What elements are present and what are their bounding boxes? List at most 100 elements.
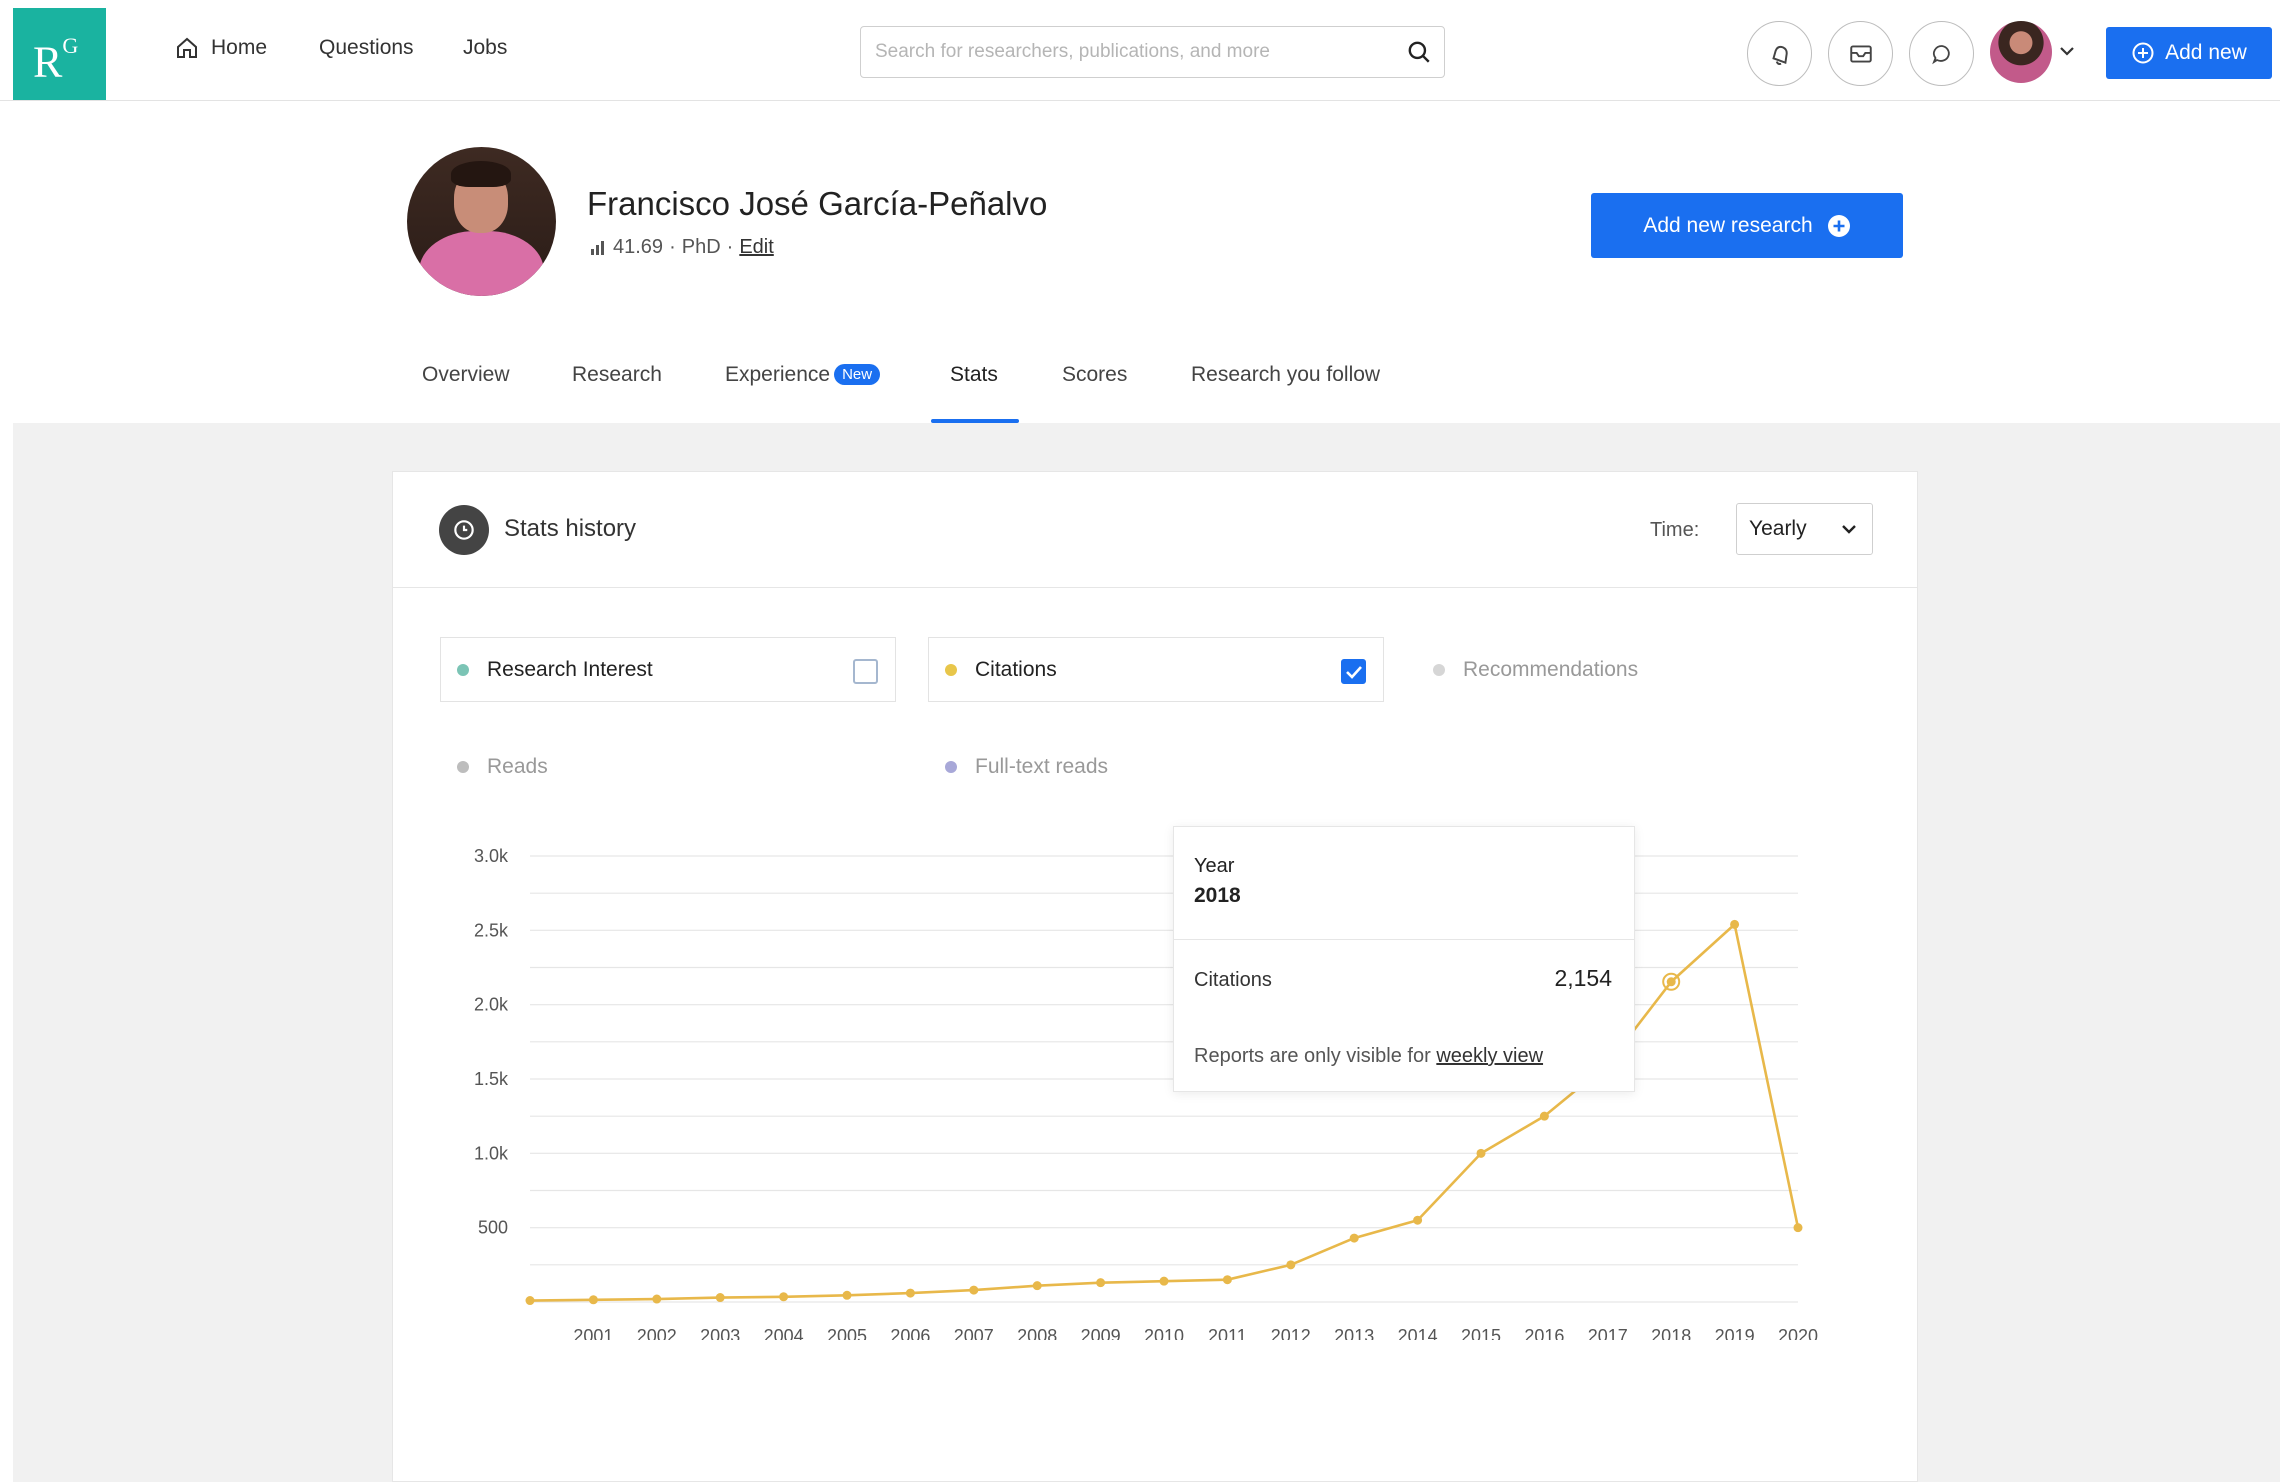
y-tick-label: 500	[478, 1218, 508, 1238]
metric-color-dot	[945, 760, 957, 773]
researchgate-logo[interactable]: RG	[13, 8, 106, 100]
x-tick-label: 2002	[637, 1326, 677, 1340]
metric-recommendations[interactable]: Recommendations	[1416, 637, 1872, 702]
nav-home-link[interactable]: Home	[175, 36, 267, 60]
user-avatar[interactable]	[1990, 21, 2052, 83]
metric-full-text-reads[interactable]: Full-text reads	[928, 734, 1384, 799]
data-point	[905, 1288, 915, 1298]
tooltip-divider	[1174, 939, 1634, 940]
add-new-button[interactable]: Add new	[2106, 27, 2272, 79]
logo-superscript: G	[62, 33, 79, 58]
x-tick-label: 2016	[1524, 1326, 1564, 1340]
tooltip-metric: Citations	[1194, 969, 1272, 991]
nav-questions-link[interactable]: Questions	[319, 36, 414, 60]
data-point	[1666, 977, 1676, 987]
research-interest-checkbox[interactable]	[853, 659, 878, 684]
bell-icon	[1771, 45, 1788, 65]
time-select-value: Yearly	[1749, 517, 1807, 540]
chart-tooltip: Year 2018 Citations 2,154 Reports are on…	[1173, 826, 1635, 1092]
data-point	[842, 1290, 852, 1300]
data-point	[1286, 1260, 1296, 1270]
time-select[interactable]: Yearly	[1736, 503, 1873, 555]
add-new-research-label: Add new research	[1643, 213, 1813, 237]
logo-letter: R	[33, 37, 63, 87]
nav-jobs-link[interactable]: Jobs	[463, 36, 507, 60]
x-tick-label: 2008	[1017, 1326, 1057, 1340]
tooltip-note: Reports are only visible for weekly view	[1194, 1045, 1543, 1068]
edit-profile-link[interactable]: Edit	[739, 236, 773, 259]
x-tick-label: 2014	[1398, 1326, 1438, 1340]
metric-reads[interactable]: Reads	[440, 734, 896, 799]
metric-label: Research Interest	[487, 657, 653, 681]
metric-label: Recommendations	[1463, 657, 1639, 681]
data-point	[1539, 1111, 1549, 1121]
data-point	[715, 1293, 725, 1303]
chevron-down-icon[interactable]	[2058, 44, 2076, 58]
y-tick-label: 1.0k	[474, 1143, 509, 1163]
x-tick-label: 2020	[1778, 1326, 1818, 1340]
tab-experience[interactable]: Experience New	[725, 363, 881, 387]
metric-label: Citations	[975, 657, 1057, 681]
metric-color-dot	[457, 760, 469, 773]
stats-history-title: Stats history	[504, 515, 637, 542]
search-box	[860, 26, 1445, 78]
chat-button[interactable]	[1909, 21, 1974, 86]
data-point	[652, 1294, 662, 1304]
time-label: Time:	[1650, 519, 1700, 541]
metric-color-dot	[1433, 663, 1445, 676]
x-tick-label: 2015	[1461, 1326, 1501, 1340]
search-icon[interactable]	[1394, 39, 1444, 65]
x-tick-label: 2003	[700, 1326, 740, 1340]
data-point	[525, 1296, 535, 1306]
metric-citations[interactable]: Citations	[928, 637, 1384, 702]
citations-checkbox[interactable]	[1341, 659, 1366, 684]
metric-label: Full-text reads	[975, 754, 1109, 778]
data-point	[1096, 1278, 1106, 1288]
y-tick-label: 2.5k	[474, 920, 509, 940]
mail-icon	[1849, 44, 1872, 63]
x-tick-label: 2006	[890, 1326, 930, 1340]
add-new-research-button[interactable]: Add new research	[1591, 193, 1903, 258]
tab-research-you-follow[interactable]: Research you follow	[1191, 363, 1380, 387]
metric-research-interest[interactable]: Research Interest	[440, 637, 896, 702]
tab-scores[interactable]: Scores	[1062, 363, 1127, 387]
x-tick-label: 2010	[1144, 1326, 1184, 1340]
x-tick-label: 2001	[573, 1326, 613, 1340]
home-icon	[177, 37, 197, 58]
tab-overview[interactable]: Overview	[422, 363, 510, 387]
card-header: Stats history Time: Yearly	[393, 472, 1917, 588]
add-new-label: Add new	[2165, 41, 2247, 64]
profile-degree: PhD	[681, 236, 721, 258]
tab-research[interactable]: Research	[572, 363, 662, 387]
data-point	[1793, 1223, 1803, 1233]
data-point	[1476, 1148, 1486, 1158]
metric-label: Reads	[487, 754, 548, 778]
metric-color-dot	[945, 663, 957, 676]
plus-circle-icon	[1827, 214, 1850, 237]
top-navigation-bar: RG Home Questions Jobs Add new	[0, 0, 2280, 101]
x-tick-label: 2013	[1334, 1326, 1374, 1340]
data-point	[1222, 1275, 1232, 1285]
tab-stats[interactable]: Stats	[950, 363, 998, 387]
search-input[interactable]	[861, 27, 1394, 77]
profile-meta: 41.69 · PhD · Edit	[589, 236, 774, 259]
x-tick-label: 2007	[954, 1326, 994, 1340]
bar-chart-icon	[591, 240, 604, 255]
messages-button[interactable]	[1828, 21, 1893, 86]
y-tick-label: 2.0k	[474, 995, 509, 1015]
x-tick-label: 2009	[1081, 1326, 1121, 1340]
plus-circle-icon	[2132, 42, 2154, 64]
x-tick-label: 2018	[1651, 1326, 1691, 1340]
data-point	[1730, 919, 1740, 929]
clock-icon	[439, 505, 489, 555]
weekly-view-link[interactable]: weekly view	[1436, 1045, 1543, 1067]
data-point	[1349, 1233, 1359, 1243]
notifications-button[interactable]	[1747, 21, 1812, 86]
data-point	[1032, 1281, 1042, 1291]
tooltip-year: 2018	[1194, 884, 1241, 907]
new-badge: New	[834, 364, 881, 385]
profile-photo	[407, 147, 556, 296]
tooltip-year-label: Year	[1194, 855, 1235, 877]
checkmark-icon	[1345, 665, 1362, 679]
tab-experience-label: Experience	[725, 363, 831, 386]
